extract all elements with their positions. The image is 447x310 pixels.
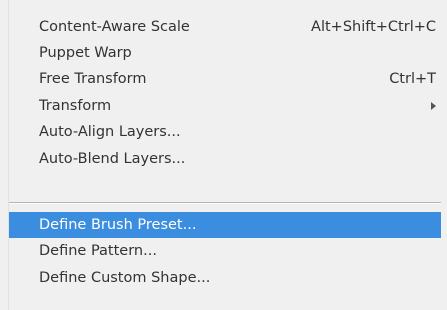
menu-item-auto-align-layers[interactable]: Auto-Align Layers... <box>9 119 441 145</box>
menu-item-label: Free Transform <box>39 71 147 87</box>
menu-item-label: Content-Aware Scale <box>39 19 190 35</box>
menu-item-label: Puppet Warp <box>39 45 132 61</box>
menu-item-auto-blend-layers[interactable]: Auto-Blend Layers... <box>9 146 441 172</box>
menu-item-define-custom-shape[interactable]: Define Custom Shape... <box>9 265 441 291</box>
menu-item-shortcut: Ctrl+T <box>389 71 436 87</box>
menu-item-free-transform[interactable]: Free Transform Ctrl+T <box>9 66 441 92</box>
menu-item-label: Define Pattern... <box>39 243 157 259</box>
context-menu: Content-Aware Scale Alt+Shift+Ctrl+C Pup… <box>0 0 447 310</box>
menu-item-label: Auto-Blend Layers... <box>39 151 186 167</box>
menu-item-define-brush-preset[interactable]: Define Brush Preset... <box>9 212 441 238</box>
menu-item-label: Define Brush Preset... <box>39 217 197 233</box>
chevron-right-icon <box>431 102 436 110</box>
menu-separator-highlight <box>9 203 441 204</box>
menu-item-label: Transform <box>39 98 112 114</box>
menu-item-define-pattern[interactable]: Define Pattern... <box>9 238 441 264</box>
menu-item-shortcut: Alt+Shift+Ctrl+C <box>311 19 436 35</box>
menu-item-content-aware-scale[interactable]: Content-Aware Scale Alt+Shift+Ctrl+C <box>9 14 441 40</box>
menu-item-label: Define Custom Shape... <box>39 270 211 286</box>
menu-item-transform[interactable]: Transform <box>9 93 441 119</box>
menu-item-puppet-warp[interactable]: Puppet Warp <box>9 40 441 66</box>
menu-item-label: Auto-Align Layers... <box>39 124 181 140</box>
